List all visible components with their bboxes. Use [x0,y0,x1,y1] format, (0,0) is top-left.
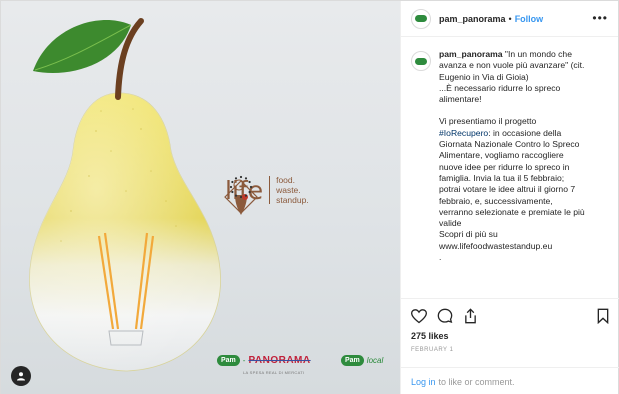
local-word: local [366,356,384,365]
life-tagline: food. waste. standup. [276,175,309,205]
post-header: pam_panorama • Follow ••• [401,1,618,37]
pam-logo: Pam [217,355,240,366]
comment-button[interactable] [437,308,453,324]
caption-line: nuove idee per ridurre lo spreco in [439,161,570,172]
caption-line: famiglia. Invia la tua il 5 febbraio; [439,172,565,183]
pear-bulb-illustration [29,18,221,372]
likes-count[interactable]: 275 likes [411,331,609,341]
action-icons [411,305,609,327]
caption-url: www.lifefoodwastestandup.eu [439,240,553,251]
instagram-post: life food. waste. standup. Pam - PANORAM… [0,0,619,394]
caption-line: valide [439,218,462,229]
header-separator: • [508,13,512,24]
caption-text: pam_panorama "In un mondo che avanza e n… [439,49,608,295]
tagline-waste: waste. [276,185,301,195]
caption-line: "In un mondo che [504,49,572,59]
caption-line: Vi presentiamo il progetto [439,116,537,127]
brand-dash: - [242,356,246,365]
user-icon [17,372,25,381]
pam-local-logo: Pam local [341,355,383,366]
post-image[interactable]: life food. waste. standup. Pam - PANORAM… [1,1,400,394]
post-sidebar: pam_panorama • Follow ••• pam_panorama "… [400,1,619,394]
caption-line: febbraio, e, successivamente, [439,195,553,206]
save-button[interactable] [597,308,609,324]
heart-icon [411,308,427,323]
bookmark-icon [597,308,609,324]
caption-line: : in occasione della [488,127,562,138]
eu-stars-icon [229,175,253,199]
more-options-icon[interactable]: ••• [592,11,608,25]
avatar[interactable] [411,8,431,29]
pam-local-badge: Pam [341,355,364,366]
post-actions: 275 likes FEBRUARY 1 [401,298,619,353]
tagline-standup: standup. [276,195,309,205]
caption-line: Eugenio in Via di Gioia) [439,71,529,82]
life-logo: life food. waste. standup. [219,175,309,215]
header-username[interactable]: pam_panorama [439,14,506,24]
caption-line: Alimentare, vogliamo raccogliere [439,150,564,161]
share-icon [465,308,476,324]
caption-username[interactable]: pam_panorama [439,49,503,59]
hashtag-link[interactable]: #IoRecupero [439,128,488,138]
brand-logos: Pam - PANORAMA LA SPESA REAL DI MERCATI … [217,355,399,375]
caption-line: alimentare! [439,94,482,105]
tagged-users-button[interactable] [11,366,31,386]
comment-prompt: to like or comment. [438,376,515,387]
post-caption: pam_panorama "In un mondo che avanza e n… [401,37,618,295]
caption-line: verranno selezionate e premiate le più [439,206,585,217]
panorama-subtitle: LA SPESA REAL DI MERCATI [243,370,305,375]
pam-avatar-logo [415,57,427,65]
login-link[interactable]: Log in [411,377,436,387]
like-button[interactable] [411,308,427,324]
pear-leaf [33,19,131,74]
caption-line: ...È necessario ridurre lo spreco [439,82,561,93]
share-button[interactable] [463,308,478,324]
panorama-logo: PANORAMA [248,355,311,366]
caption-line: potrai votare le idee altrui il giorno 7 [439,184,576,195]
life-divider [269,176,271,204]
caption-line: . [439,252,442,263]
caption-line: Scopri di più su [439,229,498,240]
comment-icon [437,308,453,323]
caption-avatar[interactable] [411,51,431,71]
pam-avatar-logo [415,15,427,22]
follow-button[interactable]: Follow [515,14,544,24]
caption-line: avanza e non vuole più avanzare" (cit. [439,60,585,71]
tagline-food: food. [276,175,295,185]
caption-line: Giornata Nazionale Contro lo Spreco [439,139,580,150]
comment-bar: Log in to like or comment. [401,367,619,394]
post-date[interactable]: FEBRUARY 1 [411,347,609,353]
